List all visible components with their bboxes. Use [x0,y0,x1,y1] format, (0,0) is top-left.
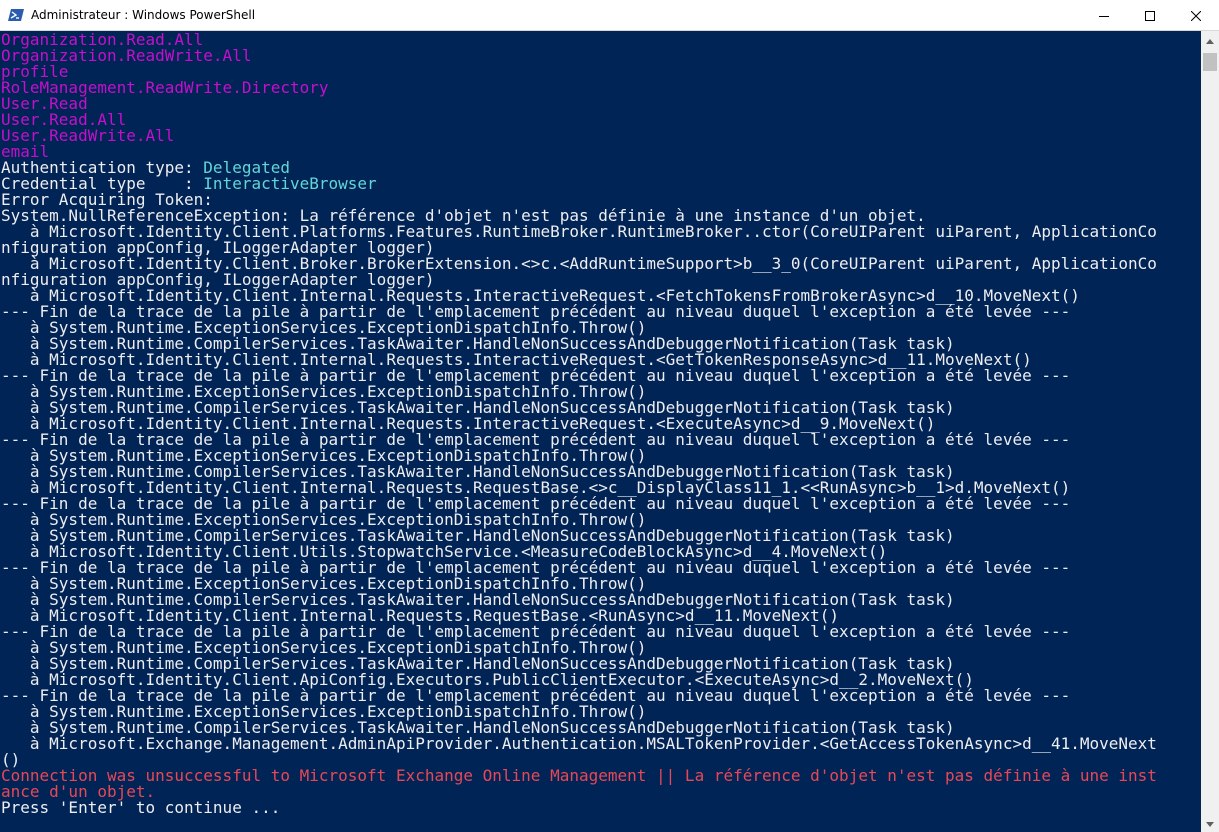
close-icon [1191,10,1201,21]
console-line: à Microsoft.Exchange.Management.AdminApi… [1,736,1157,752]
scroll-thumb[interactable] [1203,53,1217,71]
console-line-text: à Microsoft.Exchange.Management.AdminApi… [1,734,1157,753]
maximize-icon [1145,10,1155,21]
minimize-icon [1099,11,1109,21]
scroll-down-arrow-icon [1206,814,1214,832]
scroll-up-arrow-icon [1206,31,1214,49]
window-title: Administrateur : Windows PowerShell [31,8,256,22]
title-bar[interactable]: Administrateur : Windows PowerShell [0,0,1219,31]
console-line-value: InteractiveBrowser [203,174,377,193]
scroll-down-button[interactable] [1201,814,1219,832]
vertical-scrollbar[interactable] [1201,31,1219,832]
powershell-icon[interactable] [8,7,24,23]
minimize-button[interactable] [1081,0,1127,31]
console-output[interactable]: Organization.Read.All Organization.ReadWr… [0,31,1201,832]
console-line: Connection was unsuccessful to Microsoft… [1,768,1157,784]
maximize-button[interactable] [1127,0,1173,31]
scroll-up-button[interactable] [1201,31,1219,49]
console-line: Press 'Enter' to continue ... [1,800,280,816]
close-button[interactable] [1173,0,1219,31]
console-line-text: Connection was unsuccessful to Microsoft… [1,766,1157,785]
console-line-text: Press 'Enter' to continue ... [1,798,281,817]
